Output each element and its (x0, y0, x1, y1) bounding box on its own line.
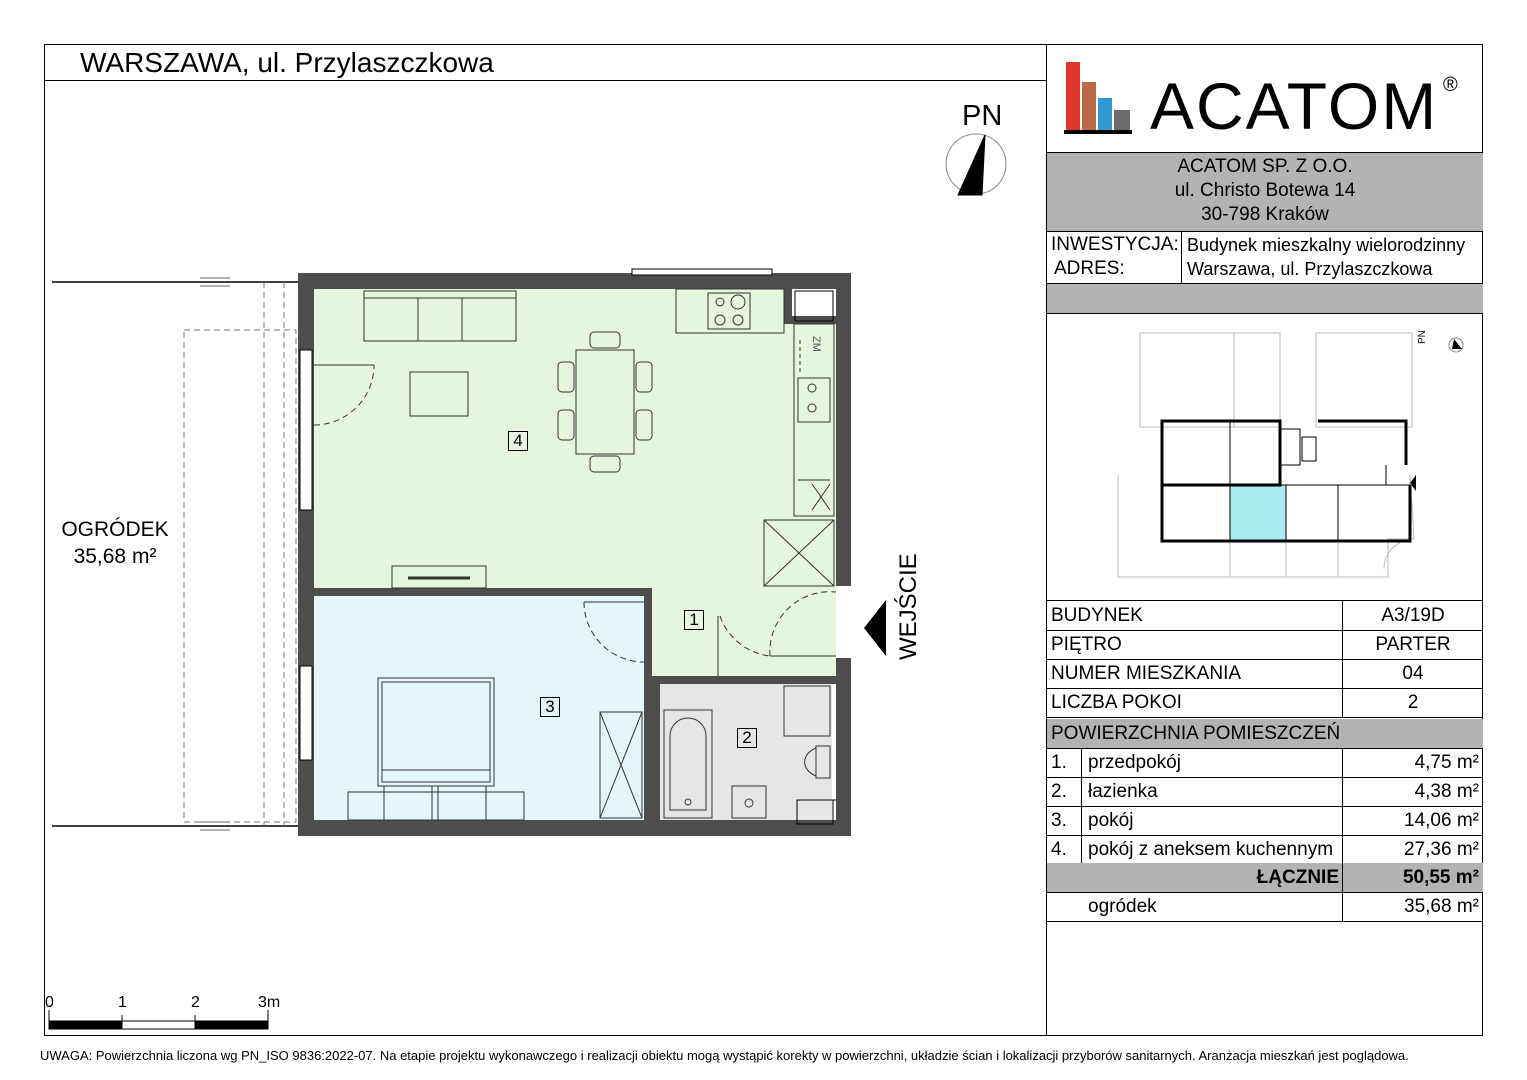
scale-tick-0: 0 (45, 994, 54, 1011)
detail-value: A3/19D (1381, 605, 1445, 626)
acatom-logo-icon (1064, 62, 1132, 134)
garden-row: ogródek 35,68 m² (1047, 892, 1483, 921)
detail-value: 2 (1407, 692, 1419, 713)
area-number: 3. (1051, 810, 1067, 831)
areas-header-text: POWIERZCHNIA POMIESZCZEŃ (1051, 723, 1341, 744)
area-num-separator (1081, 835, 1082, 864)
room-number-3: 3 (540, 697, 560, 717)
detail-label: NUMER MIESZKANIA (1051, 663, 1242, 684)
north-arrow (945, 133, 1007, 196)
north-label: PN (962, 100, 1003, 132)
mini-north-label: PN (1417, 330, 1428, 344)
living-room-fill (314, 289, 836, 588)
area-name: przedpokój (1088, 752, 1181, 773)
address-value: Warszawa, ul. Przylaszczkowa (1187, 259, 1433, 279)
area-row: 3. pokój 14,06 m² (1047, 806, 1483, 835)
company-city: 30-798 Kraków (1201, 204, 1329, 225)
scale-tick-3: 3m (258, 994, 281, 1011)
hall-fill (650, 588, 836, 676)
garden-row-area: 35,68 m² (1404, 896, 1479, 917)
investment-labels: INWESTYCJA: ADRES: (1051, 233, 1179, 281)
area-value: 4,75 m² (1414, 752, 1479, 773)
detail-label: PIĘTRO (1051, 634, 1122, 655)
detail-row: NUMER MIESZKANIA 04 (1047, 659, 1483, 688)
investment-value: Budynek mieszkalny wielorodzinny (1187, 235, 1466, 255)
garden-fence-marks (200, 277, 230, 831)
entry-label: WEJŚCIE (895, 553, 922, 660)
scale-tick-1: 1 (118, 994, 127, 1011)
entry-arrow (864, 600, 886, 656)
divider-greybar (1047, 313, 1483, 314)
total-label: ŁĄCZNIE (1256, 867, 1339, 888)
detail-row: PIĘTRO PARTER (1047, 630, 1483, 659)
garden-area: 35,68 m² (73, 545, 157, 568)
room-number-1: 1 (684, 610, 704, 630)
scale-bar (48, 1010, 269, 1030)
logo-wordmark: ACATOM (1150, 69, 1439, 143)
area-number: 1. (1051, 752, 1067, 773)
scale-tick-2: 2 (191, 994, 200, 1011)
registered-mark: ® (1443, 74, 1458, 96)
room-number-4: 4 (508, 431, 528, 451)
areas-header: POWIERZCHNIA POMIESZCZEŃ (1047, 719, 1483, 748)
room-number-2: 2 (737, 728, 757, 748)
area-number: 2. (1051, 781, 1067, 802)
area-value: 4,38 m² (1414, 781, 1479, 802)
company-street: ul. Christo Botewa 14 (1174, 180, 1356, 201)
detail-divider (1047, 717, 1483, 718)
area-num-separator (1081, 777, 1082, 806)
area-row: 2. łazienka 4,38 m² (1047, 777, 1483, 806)
investment-values: Budynek mieszkalny wielorodzinny Warszaw… (1187, 233, 1465, 281)
footer-note: UWAGA: Powierzchnia liczona wg PN_ISO 98… (40, 1048, 1409, 1063)
detail-value: PARTER (1375, 634, 1451, 655)
investment-label: INWESTYCJA: (1051, 234, 1179, 255)
area-num-separator (1081, 748, 1082, 777)
area-number: 4. (1051, 839, 1067, 860)
garden-name: OGRÓDEK (61, 518, 169, 541)
zm-label: ZM (810, 336, 822, 352)
area-num-separator (1081, 806, 1082, 835)
garden-row-name: ogródek (1088, 896, 1157, 917)
detail-label: BUDYNEK (1051, 605, 1143, 626)
total-row: ŁĄCZNIE 50,55 m² (1047, 863, 1483, 892)
investment-block: INWESTYCJA: ADRES: Budynek mieszkalny wi… (1047, 231, 1483, 283)
grey-bar (1047, 284, 1483, 313)
company-name: ACATOM SP. Z O.O. (1177, 156, 1353, 177)
garden-label: OGRÓDEK 35,68 m² (50, 516, 180, 570)
area-name: pokój z aneksem kuchennym (1088, 839, 1334, 860)
area-row: 4. pokój z aneksem kuchennym 27,36 m² (1047, 835, 1483, 864)
company-block: ACATOM SP. Z O.O. ul. Christo Botewa 14 … (1047, 153, 1483, 231)
total-area: 50,55 m² (1402, 867, 1479, 888)
area-name: łazienka (1088, 781, 1158, 802)
address-label: ADRES: (1054, 258, 1125, 279)
detail-row: BUDYNEK A3/19D (1047, 601, 1483, 630)
area-row: 1. przedpokój 4,75 m² (1047, 748, 1483, 777)
investment-separator (1181, 231, 1182, 283)
area-name: pokój (1088, 810, 1134, 831)
area-value: 27,36 m² (1404, 839, 1479, 860)
area-value: 14,06 m² (1404, 810, 1479, 831)
detail-row: LICZBA POKOI 2 (1047, 688, 1483, 717)
detail-value: 04 (1402, 663, 1424, 684)
divider-garden-row (1047, 921, 1483, 922)
detail-label: LICZBA POKOI (1051, 692, 1182, 713)
building-key-plan (1117, 332, 1464, 578)
